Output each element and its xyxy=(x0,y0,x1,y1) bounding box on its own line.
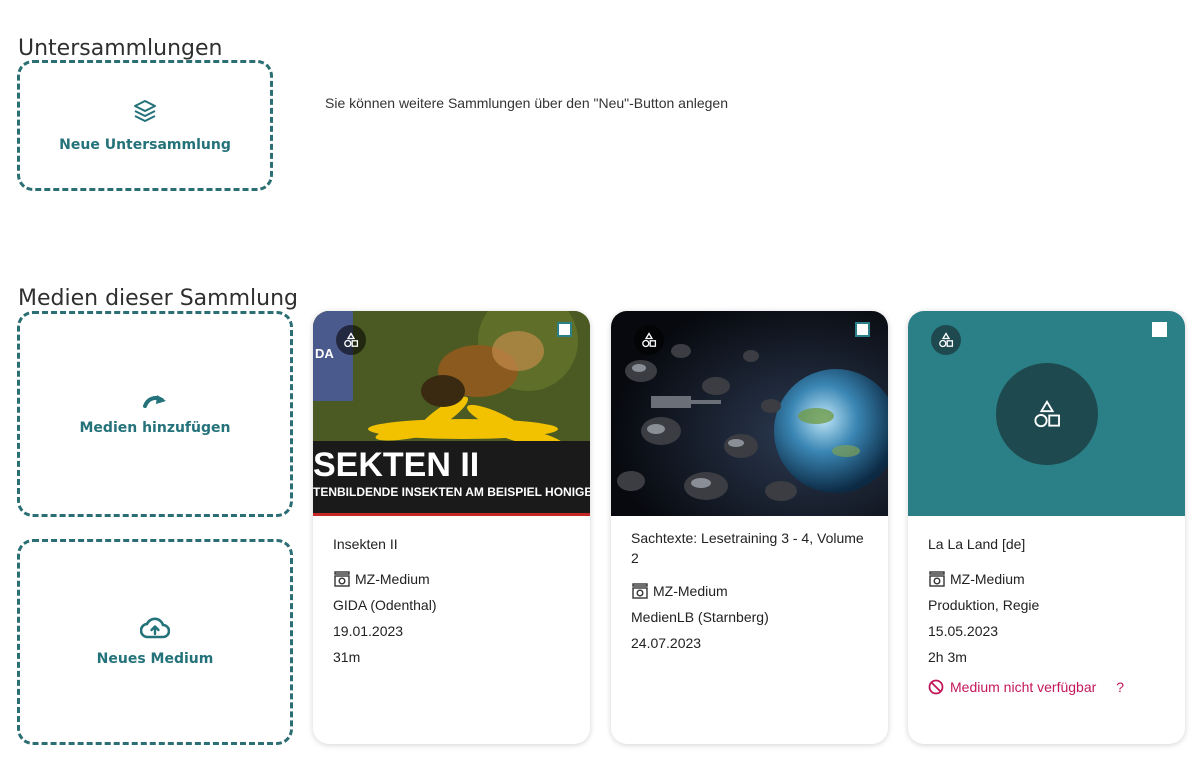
media-thumbnail xyxy=(611,311,888,516)
select-checkbox[interactable] xyxy=(557,322,572,337)
media-type-badge xyxy=(931,325,961,355)
media-type-label: MZ-Medium xyxy=(355,571,430,587)
media-type-label: MZ-Medium xyxy=(950,571,1025,587)
media-thumbnail: SEKTEN II TENBILDENDE INSEKTEN AM BEISPI… xyxy=(313,311,590,516)
select-checkbox[interactable] xyxy=(1152,322,1167,337)
layers-icon xyxy=(134,99,156,122)
shapes-icon xyxy=(642,332,657,348)
media-type: MZ-Medium xyxy=(333,566,570,592)
media-title[interactable]: Insekten II xyxy=(333,534,570,554)
placeholder-circle xyxy=(996,363,1098,465)
media-title[interactable]: Sachtexte: Lesetraining 3 - 4, Volume 2 xyxy=(631,528,868,568)
media-box-icon xyxy=(632,583,648,599)
new-medium-button[interactable]: Neues Medium xyxy=(17,539,293,745)
media-type: MZ-Medium xyxy=(928,566,1165,592)
media-type-badge xyxy=(336,325,366,355)
media-publisher: Produktion, Regie xyxy=(928,597,1040,613)
thumb-logo-text: DA xyxy=(315,346,334,361)
thumb-title-text: SEKTEN II xyxy=(313,446,479,484)
media-publisher: GIDA (Odenthal) xyxy=(333,597,437,613)
unavailable-status: Medium nicht verfügbar ? xyxy=(928,674,1165,700)
new-subcollection-button[interactable]: Neue Untersammlung xyxy=(17,60,273,191)
media-type-badge xyxy=(634,325,664,355)
media-publisher: MedienLB (Starnberg) xyxy=(631,609,769,625)
add-media-button[interactable]: Medien hinzufügen xyxy=(17,311,293,517)
media-date: 15.05.2023 xyxy=(928,623,999,639)
media-date: 24.07.2023 xyxy=(631,635,702,651)
cloud-upload-icon xyxy=(140,617,170,639)
media-heading: Medien dieser Sammlung xyxy=(18,286,298,312)
media-box-icon xyxy=(929,571,945,587)
shapes-icon xyxy=(1034,399,1060,428)
media-card[interactable]: Sachtexte: Lesetraining 3 - 4, Volume 2 … xyxy=(611,311,888,744)
media-card[interactable]: SEKTEN II TENBILDENDE INSEKTEN AM BEISPI… xyxy=(313,311,590,744)
media-duration: 2h 3m xyxy=(928,649,967,665)
media-type: MZ-Medium xyxy=(631,578,868,604)
thumb-subtitle-text: TENBILDENDE INSEKTEN AM BEISPIEL HONIGB xyxy=(313,485,590,499)
redo-arrow-icon xyxy=(143,395,166,408)
shapes-icon xyxy=(939,332,954,348)
media-title[interactable]: La La Land [de] xyxy=(928,534,1165,554)
media-box-icon xyxy=(334,571,350,587)
help-icon[interactable]: ? xyxy=(1116,674,1124,700)
subcollections-heading: Untersammlungen xyxy=(18,36,223,62)
unavailable-label: Medium nicht verfügbar xyxy=(950,679,1097,695)
subcollections-hint: Sie können weitere Sammlungen über den "… xyxy=(325,95,728,111)
new-medium-label: Neues Medium xyxy=(96,651,214,667)
media-duration: 31m xyxy=(333,649,361,665)
new-subcollection-label: Neue Untersammlung xyxy=(59,136,231,153)
shapes-icon xyxy=(344,332,359,348)
add-media-label: Medien hinzufügen xyxy=(79,420,231,436)
select-checkbox[interactable] xyxy=(855,322,870,337)
media-thumbnail xyxy=(908,311,1185,516)
media-date: 19.01.2023 xyxy=(333,623,404,639)
media-type-label: MZ-Medium xyxy=(653,583,728,599)
prohibited-icon xyxy=(928,679,944,695)
media-card[interactable]: La La Land [de] MZ-Medium Produktion, Re… xyxy=(908,311,1185,744)
